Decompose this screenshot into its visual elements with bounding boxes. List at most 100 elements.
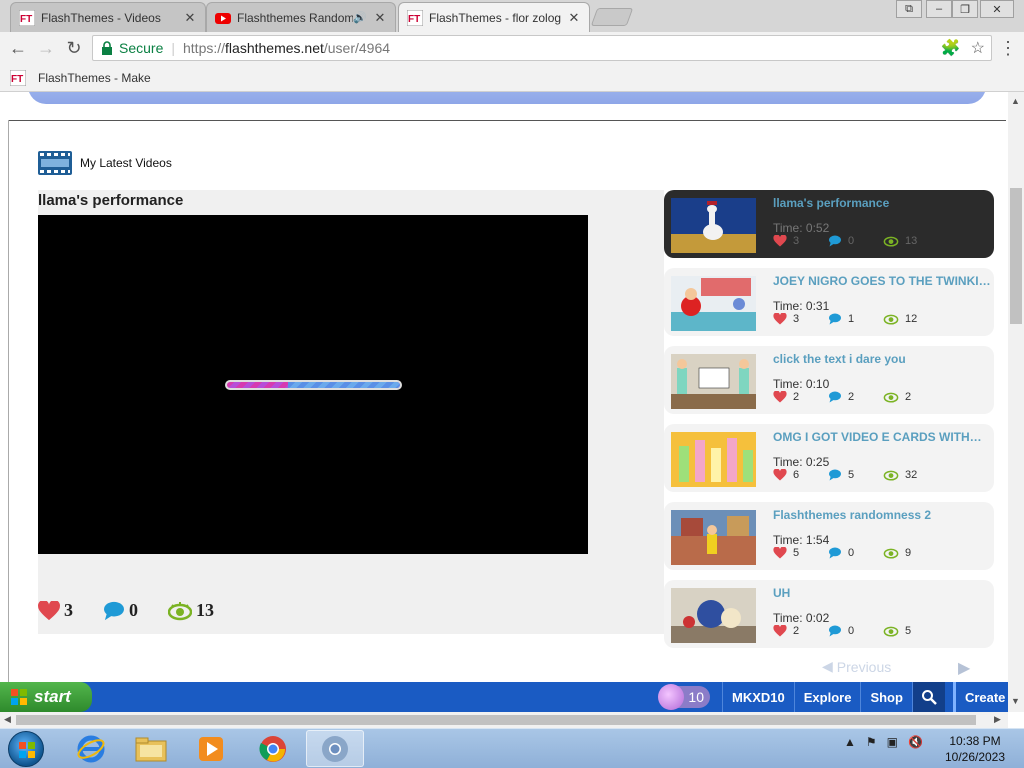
tab-videos[interactable]: FT FlashThemes - Videos ✕ <box>10 2 206 32</box>
create-button[interactable]: Create <box>952 682 1014 712</box>
eye-icon <box>883 470 899 481</box>
coin-balance[interactable]: 10 <box>658 684 710 710</box>
scroll-up-icon[interactable]: ▲ <box>1011 96 1020 106</box>
site-start-button[interactable]: start <box>0 682 92 712</box>
show-hidden-icons-icon[interactable]: ▲ <box>844 735 856 749</box>
video-player-panel: llama's performance 3 0 13 <box>38 190 664 634</box>
video-stats: 6 5 32 <box>773 469 938 481</box>
site-link-profile[interactable]: MKXD10 <box>722 682 794 712</box>
film-icon <box>38 151 72 175</box>
video-list-item[interactable]: OMG I GOT VIDEO E CARDS WITHOUT Time: 0:… <box>664 424 994 492</box>
video-list-item[interactable]: JOEY NIGRO GOES TO THE TWINKIES FACTORY … <box>664 268 994 336</box>
reload-button[interactable]: ↻ <box>60 38 88 59</box>
video-list-item[interactable]: llama's performance Time: 0:52 3 0 13 <box>664 190 994 258</box>
new-tab-button[interactable] <box>590 8 634 26</box>
section-title: My Latest Videos <box>80 156 172 170</box>
scroll-left-icon[interactable]: ◀ <box>4 714 11 725</box>
chrome-icon[interactable] <box>244 730 302 767</box>
heart-icon[interactable] <box>38 600 60 621</box>
video-player[interactable] <box>38 215 588 554</box>
loading-bar <box>225 380 402 390</box>
tab-close-icon[interactable]: ✕ <box>373 10 387 26</box>
video-stats: 3 1 12 <box>773 313 938 325</box>
video-thumbnail[interactable] <box>671 588 756 643</box>
internet-explorer-icon[interactable] <box>62 730 120 767</box>
site-bottom-bar: start 10 MKXD10 Explore Shop Create <box>0 682 1008 712</box>
comment-icon <box>829 469 841 481</box>
tab-user-profile[interactable]: FT FlashThemes - flor zolog ✕ <box>398 2 590 32</box>
back-button[interactable]: ← <box>4 38 32 59</box>
views-count: 2 <box>905 391 912 403</box>
video-list-item[interactable]: Flashthemes randomness 2 Time: 1:54 5 0 … <box>664 502 994 570</box>
browser-toolbar: ← → ↻ Secure | https://flashthemes.net/u… <box>0 32 1024 64</box>
site-link-shop[interactable]: Shop <box>860 682 912 712</box>
site-nav-links: MKXD10 Explore Shop Create <box>722 682 1014 712</box>
page-content: My Latest Videos llama's performance 3 0… <box>0 92 1008 682</box>
file-explorer-icon[interactable] <box>122 730 180 767</box>
tab-title: FlashThemes - flor zolog <box>429 10 562 25</box>
network-icon[interactable]: ▣ <box>887 735 898 749</box>
likes-count: 5 <box>793 547 800 559</box>
media-player-icon[interactable] <box>182 730 240 767</box>
video-list-item[interactable]: UH Time: 0:02 2 0 5 <box>664 580 994 648</box>
video-title-link[interactable]: OMG I GOT VIDEO E CARDS WITHOUT <box>773 430 991 444</box>
user-icon[interactable]: ⧉ <box>896 0 922 18</box>
scroll-right-icon[interactable]: ▶ <box>994 714 1001 725</box>
secure-indicator[interactable]: Secure <box>101 40 163 56</box>
video-thumbnail[interactable] <box>671 432 756 487</box>
taskbar-clock[interactable]: 10:38 PM 10/26/2023 <box>940 733 1010 765</box>
heart-icon <box>773 391 787 403</box>
action-center-icon[interactable]: ⚑ <box>866 735 877 749</box>
video-list: llama's performance Time: 0:52 3 0 13 JO… <box>664 190 994 650</box>
pager-next-chevron-icon[interactable]: ▶ <box>958 658 970 678</box>
start-label: start <box>34 687 71 706</box>
scrollbar-thumb[interactable] <box>1010 188 1022 324</box>
bookmark-flashthemes[interactable]: FlashThemes - Make <box>38 71 151 85</box>
comment-icon <box>829 625 841 637</box>
tab-randomness[interactable]: Flashthemes Random 🔊 ✕ <box>206 2 396 32</box>
windows-taskbar: ▲ ⚑ ▣ 🔇 10:38 PM 10/26/2023 <box>0 728 1024 768</box>
site-link-explore[interactable]: Explore <box>793 682 861 712</box>
search-icon[interactable] <box>911 682 945 712</box>
vertical-scrollbar[interactable]: ▲ ▼ <box>1008 92 1024 712</box>
video-thumbnail[interactable] <box>671 198 756 253</box>
address-bar[interactable]: Secure | https://flashthemes.net/user/49… <box>92 35 992 61</box>
pager-previous[interactable]: ◀ Previous <box>822 658 891 675</box>
minimize-button[interactable]: – <box>926 0 952 18</box>
menu-icon[interactable]: ⋮ <box>994 38 1022 59</box>
tab-title: FlashThemes - Videos <box>41 10 161 25</box>
latest-videos-header: My Latest Videos <box>38 151 172 175</box>
volume-muted-icon[interactable]: 🔇 <box>908 735 923 749</box>
horizontal-scrollbar[interactable]: ◀ ▶ <box>0 712 1008 728</box>
video-title-link[interactable]: llama's performance <box>773 196 991 210</box>
forward-button[interactable]: → <box>32 38 60 59</box>
previous-label: Previous <box>836 658 892 675</box>
video-thumbnail[interactable] <box>671 510 756 565</box>
video-stats: 2 2 2 <box>773 391 938 403</box>
views-stat: 13 <box>168 600 214 621</box>
close-window-button[interactable]: ✕ <box>980 0 1014 18</box>
browser-tabstrip: FT FlashThemes - Videos ✕ Flashthemes Ra… <box>0 0 1024 32</box>
coin-count: 10 <box>688 689 704 705</box>
restore-button[interactable]: ❐ <box>952 0 978 18</box>
chrome-active-window-icon[interactable] <box>306 730 364 767</box>
tab-close-icon[interactable]: ✕ <box>567 10 581 26</box>
video-stats: 5 0 9 <box>773 547 938 559</box>
video-title-link[interactable]: UH <box>773 586 991 600</box>
bookmark-star-icon[interactable]: ☆ <box>971 38 985 58</box>
views-count: 9 <box>905 547 912 559</box>
speaker-icon[interactable]: 🔊 <box>353 11 367 24</box>
extension-icon[interactable]: 🧩 <box>941 38 961 58</box>
video-title-link[interactable]: click the text i dare you <box>773 352 991 366</box>
video-title-link[interactable]: JOEY NIGRO GOES TO THE TWINKIES FACTORY <box>773 274 991 288</box>
tab-close-icon[interactable]: ✕ <box>183 10 197 26</box>
video-thumbnail[interactable] <box>671 276 756 331</box>
eye-icon <box>168 601 192 620</box>
windows-start-orb[interactable] <box>8 731 44 767</box>
video-list-item[interactable]: click the text i dare you Time: 0:10 2 2… <box>664 346 994 414</box>
video-title-link[interactable]: Flashthemes randomness 2 <box>773 508 991 522</box>
comment-icon[interactable] <box>103 601 125 621</box>
secure-label: Secure <box>119 40 164 56</box>
video-thumbnail[interactable] <box>671 354 756 409</box>
scrollbar-thumb[interactable] <box>16 715 976 725</box>
